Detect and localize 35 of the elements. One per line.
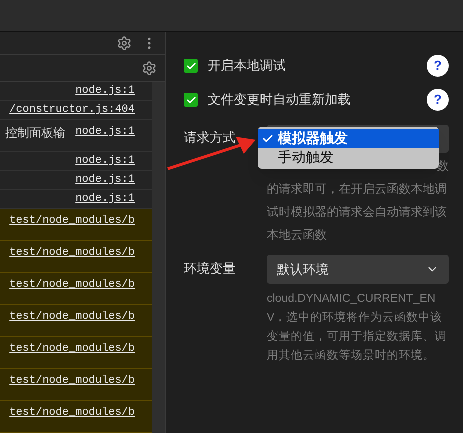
checkbox-label: 文件变更时自动重新加载: [208, 91, 352, 110]
description-text: 试时模拟器的请求会自动请求到该: [267, 204, 448, 221]
help-button[interactable]: ?: [427, 89, 449, 111]
checkbox[interactable]: [184, 93, 198, 107]
source-link[interactable]: node.js:1: [76, 124, 135, 140]
dropdown-option[interactable]: 手动触发: [258, 148, 439, 167]
check-icon: [186, 60, 196, 72]
help-button[interactable]: ?: [427, 55, 449, 77]
check-icon: [262, 132, 274, 144]
source-link[interactable]: node.js:1: [76, 152, 135, 170]
source-link[interactable]: /constructor.js:404: [10, 102, 135, 118]
description-text: cloud.DYNAMIC_CURRENT_ENV，选中的环境将作为云函数中该变量的值，可用于指定数据库、调用其他云函数等场景时的环境。: [267, 292, 448, 364]
source-link[interactable]: node.js:1: [76, 82, 135, 100]
scrollbar[interactable]: [152, 82, 165, 433]
source-link[interactable]: node.js:1: [76, 190, 135, 208]
log-message: 控制面板输: [6, 125, 66, 142]
source-link[interactable]: test/node_modules/b: [10, 341, 135, 358]
dropdown-option[interactable]: 模拟器触发: [258, 129, 439, 148]
source-link[interactable]: node.js:1: [76, 172, 135, 188]
source-link[interactable]: test/node_modules/b: [10, 277, 135, 294]
source-link[interactable]: test/node_modules/b: [10, 213, 135, 230]
settings-icon[interactable]: [142, 60, 157, 76]
settings-icon[interactable]: [117, 36, 132, 50]
source-link[interactable]: test/node_modules/b: [10, 309, 135, 326]
checkbox[interactable]: [184, 59, 198, 73]
description-text: 本地云函数: [267, 227, 328, 244]
field-label: 环境变量: [184, 260, 237, 278]
check-icon: [186, 94, 196, 106]
source-link[interactable]: test/node_modules/b: [10, 373, 135, 390]
description-text: 的请求即可，在开启云函数本地调: [267, 181, 448, 198]
checkbox-label: 开启本地调试: [208, 57, 287, 76]
source-link[interactable]: test/node_modules/b: [10, 245, 135, 262]
field-label: 请求方式: [184, 129, 237, 147]
source-link[interactable]: test/node_modules/b: [10, 405, 135, 422]
select-field[interactable]: 默认环境: [267, 255, 449, 284]
